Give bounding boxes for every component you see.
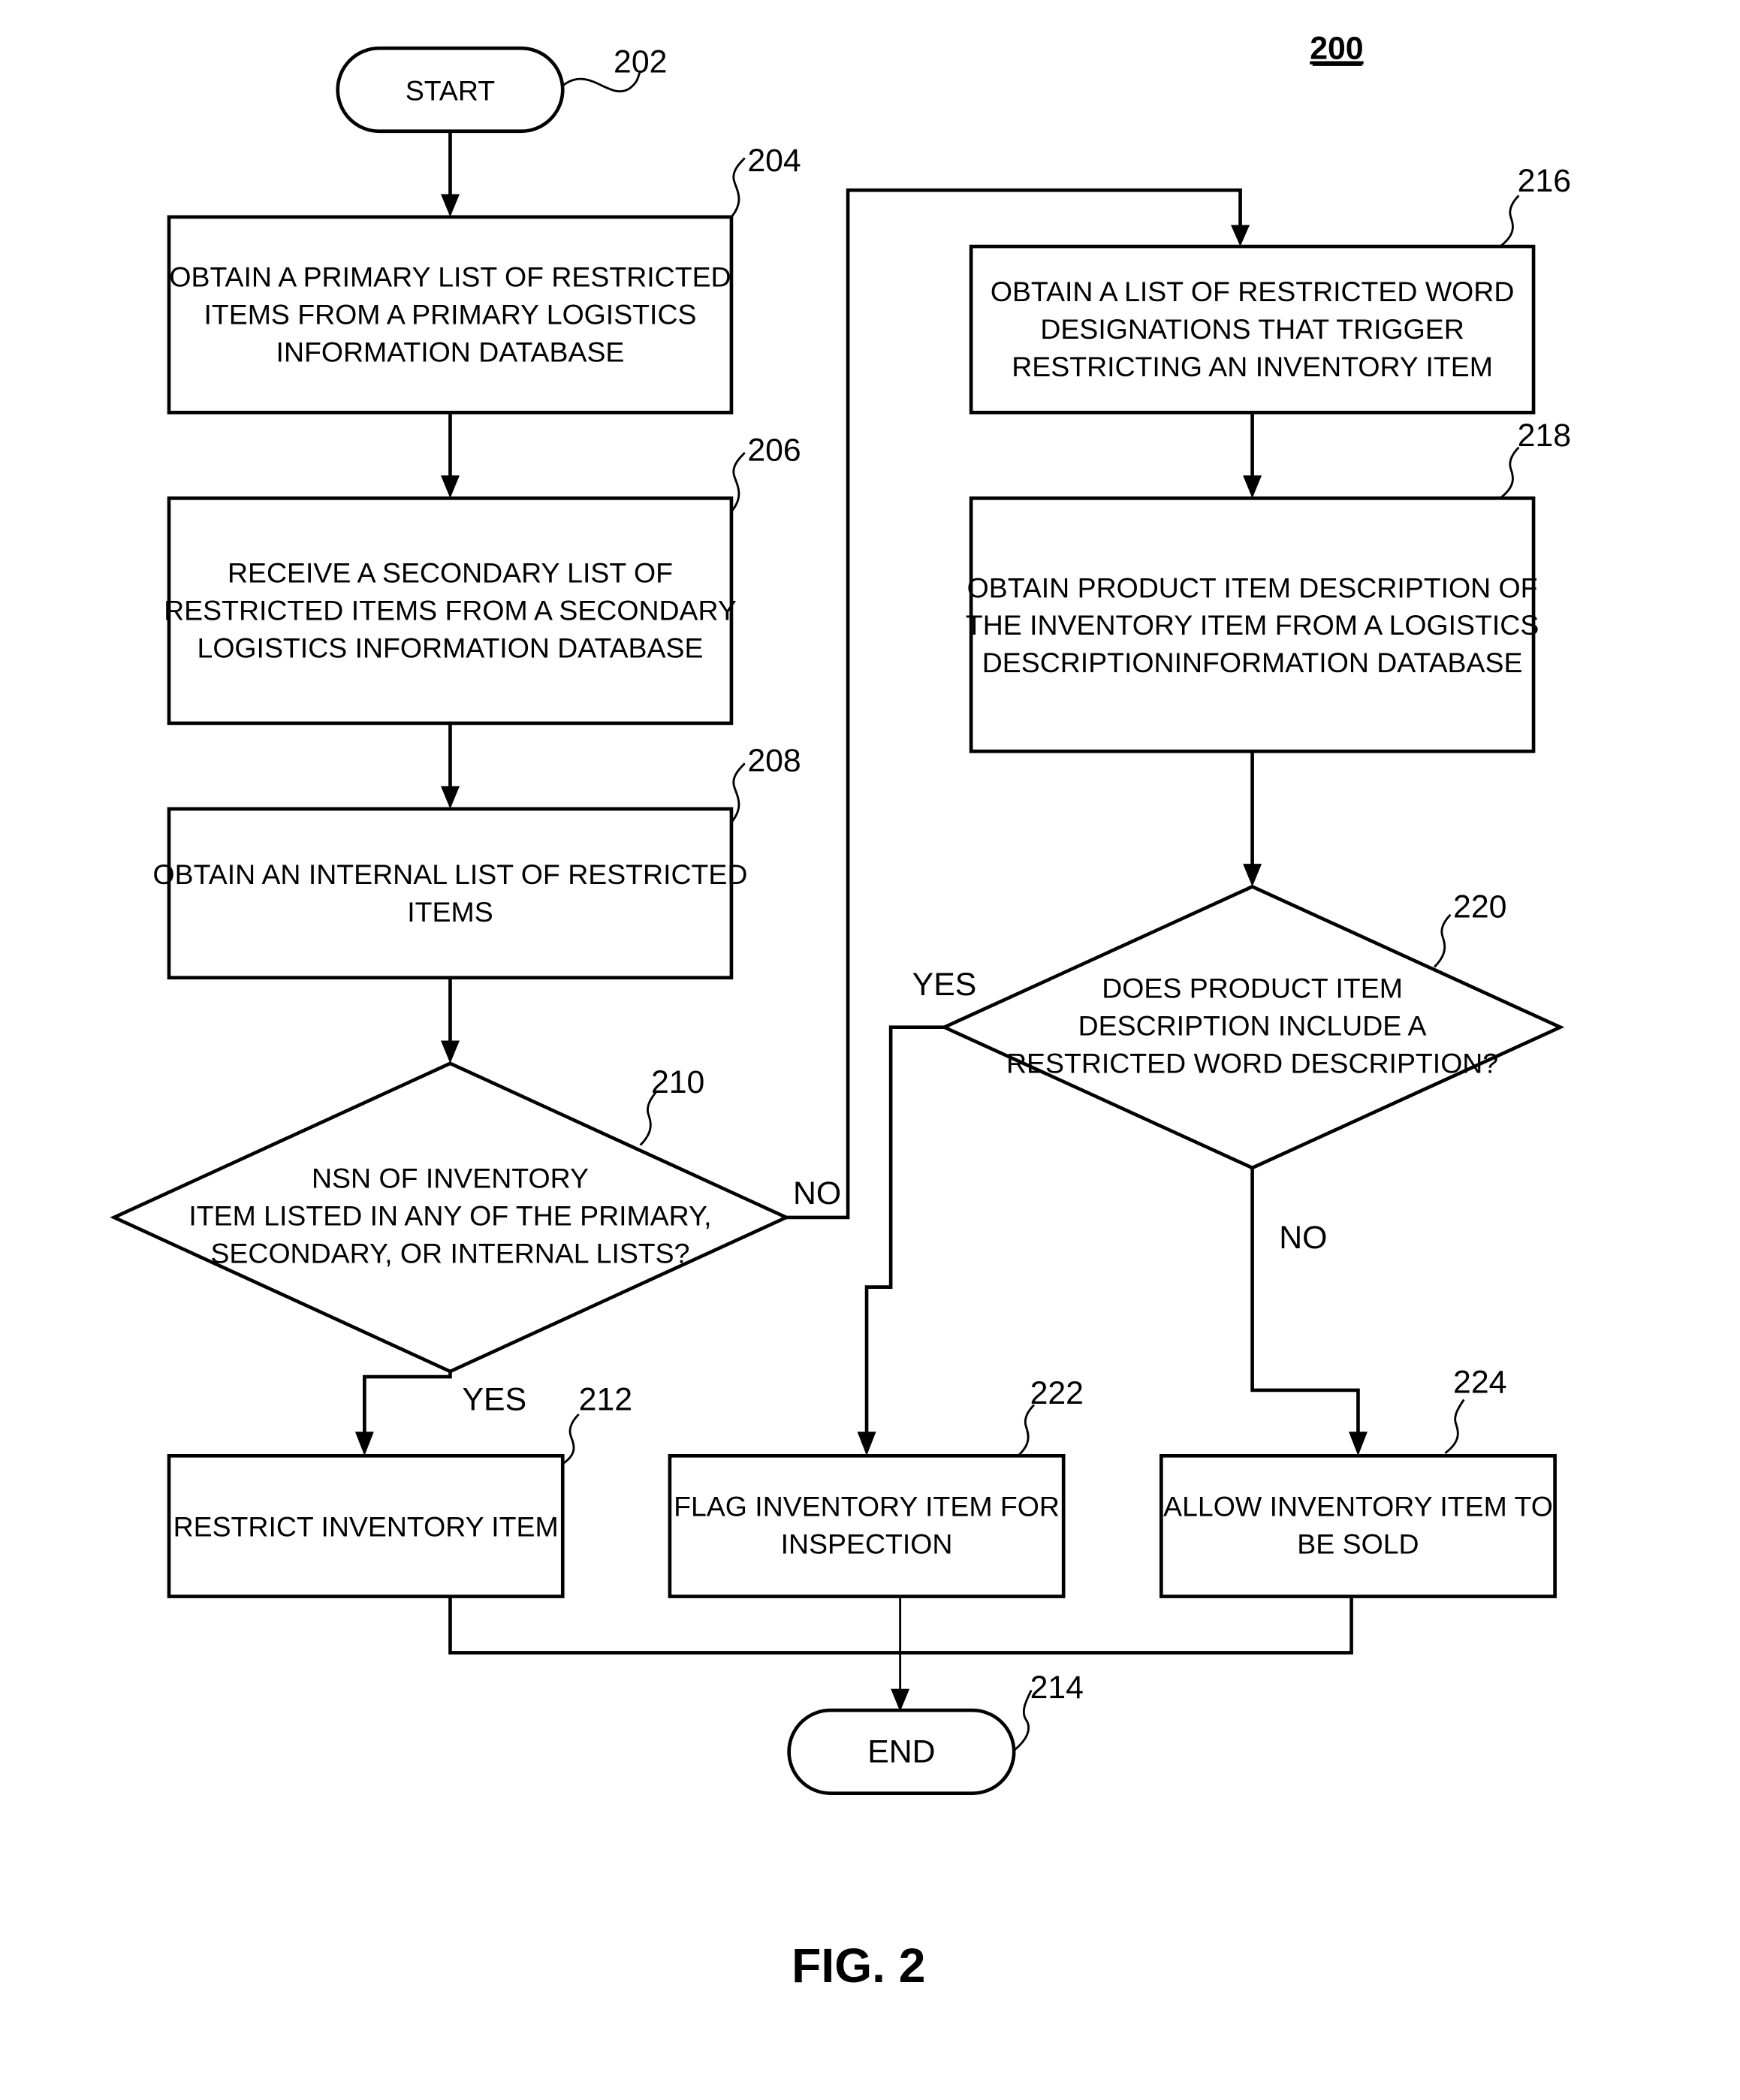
ref-204: 204 bbox=[747, 143, 801, 179]
process-216-line-3: RESTRICTING AN INVENTORY ITEM bbox=[1012, 351, 1493, 382]
process-224-line-1: ALLOW INVENTORY ITEM TO bbox=[1163, 1491, 1553, 1522]
ref-leader-222 bbox=[1017, 1404, 1035, 1457]
decision-210-line-2: ITEM LISTED IN ANY OF THE PRIMARY, bbox=[188, 1200, 711, 1232]
process-208-line-2: ITEMS bbox=[407, 896, 493, 928]
ref-202: 202 bbox=[614, 44, 667, 80]
arrowhead-218 bbox=[1243, 475, 1262, 499]
arrowhead-210 bbox=[440, 1040, 460, 1064]
process-218-line-1: OBTAIN PRODUCT ITEM DESCRIPTION OF bbox=[967, 572, 1538, 603]
process-218-line-2: THE INVENTORY ITEM FROM A LOGISTICS bbox=[966, 609, 1539, 641]
process-216-line-2: DESIGNATIONS THAT TRIGGER bbox=[1040, 313, 1464, 345]
process-204-line-1: OBTAIN A PRIMARY LIST OF RESTRICTED bbox=[169, 261, 731, 293]
process-206-line-1: RECEIVE A SECONDARY LIST OF bbox=[228, 557, 673, 589]
arrowhead-204 bbox=[440, 194, 460, 217]
connector-220-yes-222 bbox=[864, 1025, 945, 1436]
start-terminal: START 202 bbox=[336, 44, 667, 134]
ref-leader-220 bbox=[1434, 913, 1452, 968]
decision-210-line-3: SECONDARY, OR INTERNAL LISTS? bbox=[210, 1238, 689, 1269]
process-206-line-2: RESTRICTED ITEMS FROM A SECONDARY bbox=[164, 595, 737, 626]
ref-leader-204 bbox=[730, 157, 746, 218]
process-208-line-1: OBTAIN AN INTERNAL LIST OF RESTRICTED bbox=[153, 858, 748, 890]
edge-label-210-yes: YES bbox=[463, 1382, 527, 1418]
process-208: OBTAIN AN INTERNAL LIST OF RESTRICTED IT… bbox=[153, 743, 801, 980]
ref-218: 218 bbox=[1518, 418, 1571, 454]
ref-224: 224 bbox=[1453, 1364, 1506, 1400]
ref-leader-212 bbox=[562, 1414, 580, 1465]
process-212: RESTRICT INVENTORY ITEM 212 bbox=[167, 1382, 632, 1598]
figure-caption: FIG. 2 bbox=[792, 1939, 925, 1993]
start-label: START bbox=[406, 75, 495, 107]
process-222: FLAG INVENTORY ITEM FOR INSPECTION 222 bbox=[668, 1375, 1084, 1598]
process-216-line-1: OBTAIN A LIST OF RESTRICTED WORD bbox=[991, 276, 1515, 307]
arrowhead-212 bbox=[354, 1432, 374, 1456]
edge-label-220-no: NO bbox=[1279, 1220, 1327, 1256]
ref-leader-206 bbox=[730, 451, 746, 513]
process-204: OBTAIN A PRIMARY LIST OF RESTRICTED ITEM… bbox=[167, 143, 801, 415]
arrowhead-224 bbox=[1348, 1432, 1368, 1456]
ref-leader-214 bbox=[1013, 1689, 1033, 1752]
edge-label-210-no: NO bbox=[793, 1175, 841, 1211]
ref-210: 210 bbox=[651, 1064, 704, 1100]
ref-220: 220 bbox=[1453, 889, 1506, 925]
arrowhead-222 bbox=[857, 1432, 876, 1456]
arrowhead-208 bbox=[440, 786, 460, 810]
decision-220: DOES PRODUCT ITEM DESCRIPTION INCLUDE A … bbox=[939, 884, 1565, 1170]
ref-214: 214 bbox=[1030, 1670, 1084, 1706]
process-212-line-1: RESTRICT INVENTORY ITEM bbox=[173, 1510, 559, 1542]
process-222-line-2: INSPECTION bbox=[781, 1528, 953, 1559]
ref-216: 216 bbox=[1518, 163, 1571, 199]
arrowhead-206 bbox=[440, 475, 460, 499]
decision-220-line-1: DOES PRODUCT ITEM bbox=[1102, 972, 1403, 1003]
process-222-line-1: FLAG INVENTORY ITEM FOR bbox=[674, 1491, 1060, 1522]
decision-210: NSN OF INVENTORY ITEM LISTED IN ANY OF T… bbox=[110, 1061, 791, 1374]
process-206-line-3: LOGISTICS INFORMATION DATABASE bbox=[198, 632, 704, 664]
ref-222: 222 bbox=[1030, 1375, 1084, 1411]
ref-leader-218 bbox=[1499, 446, 1520, 499]
ref-212: 212 bbox=[579, 1382, 632, 1418]
arrowhead-220 bbox=[1243, 864, 1262, 887]
ref-leader-208 bbox=[730, 762, 746, 823]
process-216: OBTAIN A LIST OF RESTRICTED WORD DESIGNA… bbox=[969, 163, 1571, 415]
ref-206: 206 bbox=[747, 432, 801, 468]
end-label: END bbox=[867, 1734, 935, 1770]
process-224-line-2: BE SOLD bbox=[1297, 1528, 1419, 1559]
decision-220-line-2: DESCRIPTION INCLUDE A bbox=[1078, 1009, 1427, 1041]
arrowhead-216 bbox=[1231, 225, 1250, 247]
decision-210-line-1: NSN OF INVENTORY bbox=[312, 1163, 589, 1194]
process-204-line-3: INFORMATION DATABASE bbox=[276, 336, 625, 367]
connector-210-yes-212 bbox=[363, 1371, 452, 1436]
arrowhead-end bbox=[891, 1688, 910, 1712]
process-218-line-3: DESCRIPTIONINFORMATION DATABASE bbox=[982, 647, 1523, 678]
process-218: OBTAIN PRODUCT ITEM DESCRIPTION OF THE I… bbox=[966, 418, 1571, 753]
ref-208: 208 bbox=[747, 743, 801, 779]
process-204-line-2: ITEMS FROM A PRIMARY LOGISTICS bbox=[204, 299, 696, 330]
edge-label-220-yes: YES bbox=[912, 967, 977, 1003]
connector-220-no-224 bbox=[1250, 1167, 1360, 1436]
ref-leader-216 bbox=[1499, 195, 1520, 248]
ref-leader-224 bbox=[1444, 1398, 1465, 1454]
decision-220-line-3: RESTRICTED WORD DESCRIPTION? bbox=[1006, 1047, 1498, 1079]
figure-number: 200 bbox=[1310, 30, 1363, 66]
end-terminal: END 214 bbox=[787, 1670, 1084, 1795]
flowchart: 200 START 202 OBTAIN A PRIMARY LIST OF R… bbox=[110, 30, 1571, 1993]
process-206: RECEIVE A SECONDARY LIST OF RESTRICTED I… bbox=[164, 432, 801, 726]
